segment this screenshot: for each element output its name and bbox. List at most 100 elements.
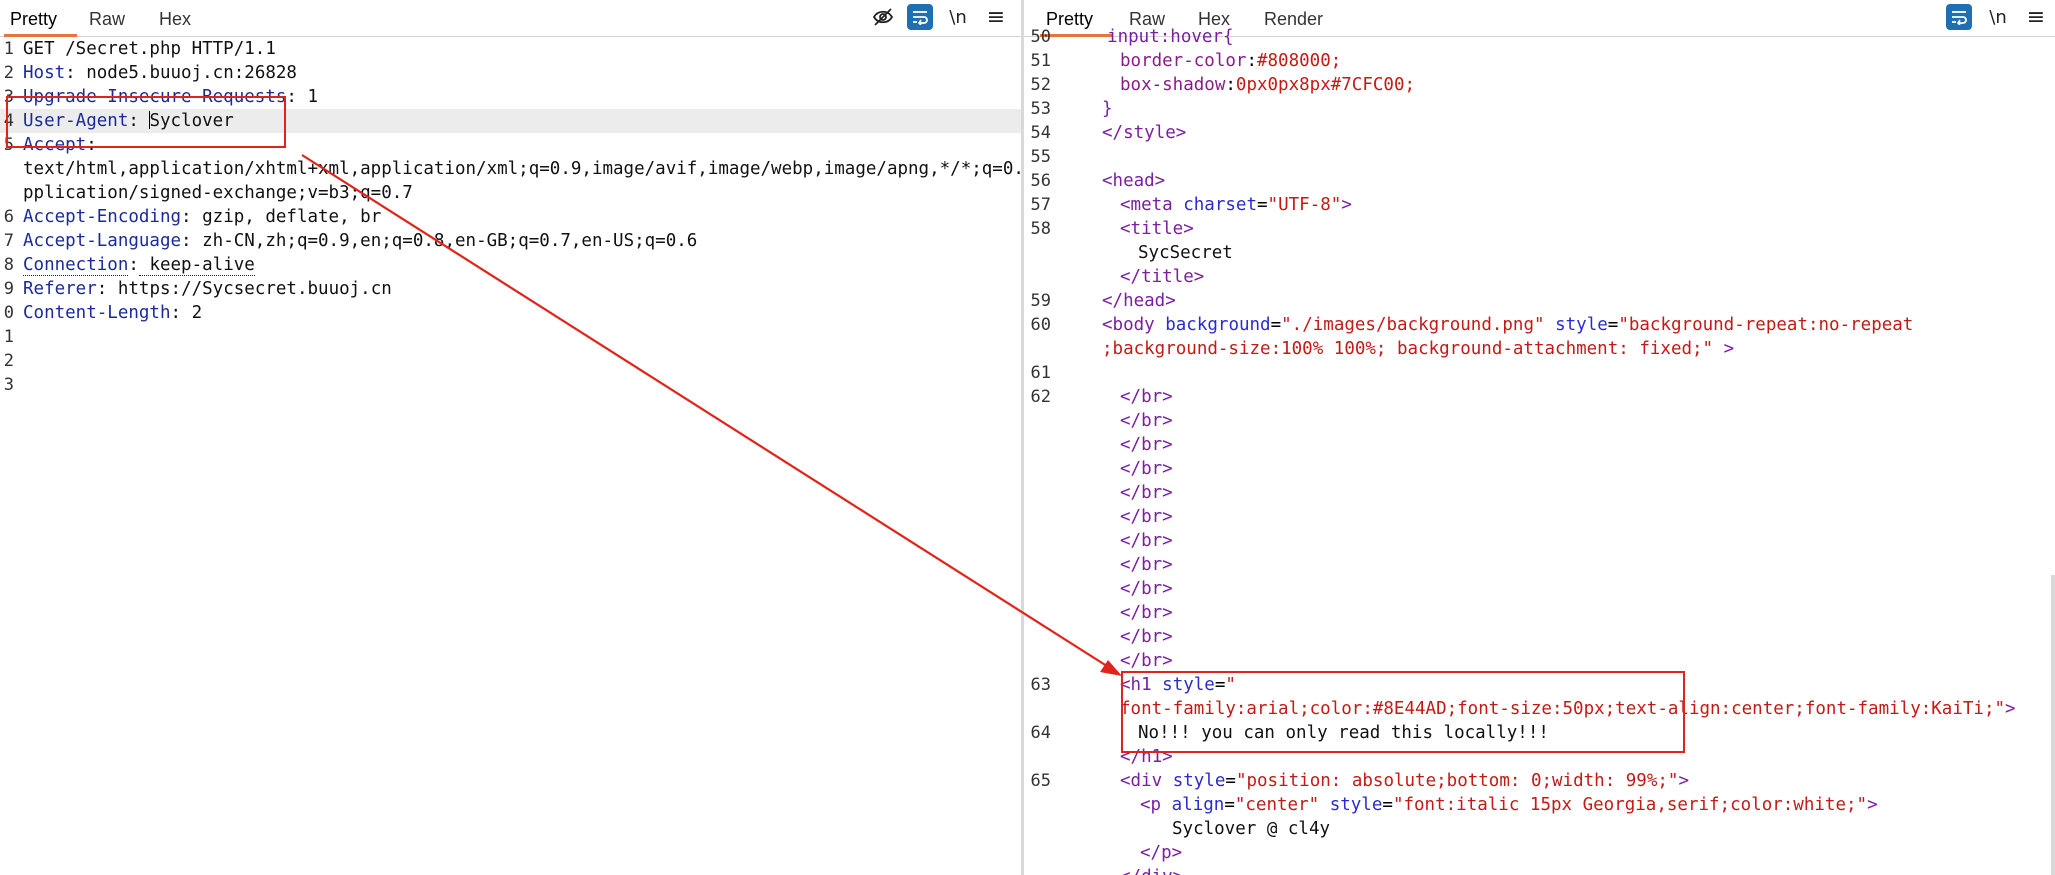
request-line: 2 Host: node5.buuoj.cn:26828	[0, 61, 1021, 85]
header-name: Accept-Encoding	[23, 207, 182, 227]
response-line: 65 <div style="position: absolute;bottom:…	[1024, 769, 2055, 793]
html-tag: </br>	[1120, 627, 1173, 647]
scrollbar[interactable]	[2051, 575, 2055, 875]
html-tag: <head>	[1102, 171, 1166, 191]
text-content: SycSecret	[1138, 243, 1233, 263]
line-number: 6	[3, 207, 14, 227]
request-line: 9 Referer: https://Sycsecret.buuoj.cn	[0, 277, 1021, 301]
response-line: SycSecret	[1024, 241, 2055, 265]
line-number: 5	[3, 135, 14, 155]
html-tag: <title>	[1120, 219, 1194, 239]
line-number: 9	[3, 279, 14, 299]
html-tag: <meta	[1120, 195, 1173, 215]
line-code: text/html,application/xhtml+xml,applicat…	[23, 157, 1021, 181]
header-value: https://Sycsecret.buuoj.cn	[107, 279, 392, 299]
request-line: 1	[0, 325, 1021, 349]
response-pane: Pretty Raw Hex Render \n ≡ 50 input:hove…	[1024, 0, 2055, 875]
tab-pretty[interactable]: Pretty	[3, 0, 78, 37]
header-value: zh-CN,zh;q=0.9,en;q=0.8,en-GB;q=0.7,en-U…	[191, 231, 698, 251]
html-tag: </head>	[1102, 291, 1176, 311]
tab-raw[interactable]: Raw	[89, 0, 125, 36]
line-code: User-Agent: Syclover	[23, 111, 234, 131]
response-editor[interactable]: 50 input:hover{51 border-color:#808000; 52…	[1024, 27, 2055, 875]
attribute-name: charset	[1183, 195, 1257, 215]
hamburger-menu-icon[interactable]: ≡	[984, 4, 1008, 30]
request-editor[interactable]: 1 GET /Secret.php HTTP/1.1 2 Host: node5.bu…	[0, 37, 1021, 875]
response-line: font-family:arial;color:#8E44AD;font-siz…	[1024, 697, 2055, 721]
request-line: 3	[0, 373, 1021, 397]
line-number: 3	[3, 375, 14, 395]
html-tag: </br>	[1120, 579, 1173, 599]
html-tag: >	[1341, 195, 1352, 215]
line-number: 54	[1030, 123, 1051, 143]
css-value: 0px0px8px#7CFC00;	[1235, 75, 1416, 95]
line-code: <div style="position: absolute;bottom: 0…	[1120, 771, 1689, 791]
html-tag: }	[1102, 99, 1113, 119]
html-tag: </br>	[1120, 651, 1173, 671]
html-tag: <div	[1120, 771, 1163, 791]
line-code: Content-Length: 2	[23, 303, 203, 323]
attribute-value: ;background-size:100% 100%; background-a…	[1102, 339, 1714, 359]
header-name: Referer	[23, 279, 97, 299]
attribute-name: background	[1165, 315, 1271, 335]
response-line: 60 <body background="./images/background.…	[1024, 313, 2055, 337]
request-line: 3 Upgrade-Insecure-Requests: 1	[0, 85, 1021, 109]
text-content: Syclover @ cl4y	[1172, 819, 1331, 839]
line-number: 59	[1030, 291, 1051, 311]
line-number: 3	[3, 87, 14, 107]
html-tag: </br>	[1120, 555, 1173, 575]
line-code: ;background-size:100% 100%; background-a…	[1102, 337, 1734, 361]
response-line: </br>	[1024, 625, 2055, 649]
html-tag: </title>	[1120, 267, 1205, 287]
line-code: <head>	[1102, 169, 1165, 193]
eye-off-icon[interactable]	[870, 4, 896, 30]
line-number: 50	[1030, 27, 1051, 47]
line-number: 55	[1030, 147, 1051, 167]
line-number: 51	[1030, 51, 1051, 71]
html-tag: </br>	[1120, 483, 1173, 503]
response-line: </title>	[1024, 265, 2055, 289]
line-code: input:hover{	[1086, 25, 1233, 49]
newline-toggle[interactable]: \n	[946, 4, 970, 30]
css-property: border-color	[1120, 51, 1247, 71]
header-value: 1	[296, 87, 319, 107]
line-code: </br>	[1120, 409, 1173, 433]
header-value: pplication/signed-exchange;v=b3;q=0.7	[23, 183, 413, 203]
attribute-name: style	[1329, 795, 1383, 815]
response-line: 51 border-color:#808000;	[1024, 49, 2055, 73]
attribute-name: style	[1162, 675, 1215, 695]
wrap-icon[interactable]	[907, 4, 933, 30]
response-line: 64 No!!! you can only read this locally!!…	[1024, 721, 2055, 745]
tab-hex[interactable]: Hex	[159, 0, 191, 36]
line-code: </br>	[1120, 601, 1173, 625]
response-line: </br>	[1024, 457, 2055, 481]
line-code: </br>	[1120, 529, 1173, 553]
request-tabbar: Pretty Raw Hex \n ≡	[0, 0, 1021, 37]
header-value: Syclover	[149, 111, 234, 131]
line-code: </br>	[1120, 385, 1173, 409]
line-code: }	[1102, 97, 1113, 121]
line-code: <title>	[1120, 217, 1194, 241]
html-tag: </br>	[1120, 531, 1173, 551]
line-code: </style>	[1102, 121, 1186, 145]
response-line: 50 input:hover{	[1024, 25, 2055, 49]
request-line: 8 Connection: keep-alive	[0, 253, 1021, 277]
line-number: 8	[3, 255, 14, 275]
request-line: text/html,application/xhtml+xml,applicat…	[0, 157, 1021, 181]
attribute-value: "background-repeat:no-repeat	[1618, 315, 1914, 335]
line-code: </br>	[1120, 457, 1173, 481]
line-number: 52	[1030, 75, 1051, 95]
line-code: </br>	[1120, 433, 1173, 457]
response-line: </p>	[1024, 841, 2055, 865]
line-number: 7	[3, 231, 14, 251]
html-tag: >	[1713, 339, 1735, 359]
html-tag: </style>	[1102, 123, 1187, 143]
request-line: 5 Accept:	[0, 133, 1021, 157]
html-tag: </br>	[1120, 507, 1173, 527]
line-number: 2	[3, 63, 14, 83]
header-name: Accept	[23, 135, 87, 155]
response-line: </br>	[1024, 649, 2055, 673]
html-tag: </br>	[1120, 435, 1173, 455]
line-code: </h1>	[1120, 745, 1173, 769]
css-property: box-shadow	[1120, 75, 1226, 95]
